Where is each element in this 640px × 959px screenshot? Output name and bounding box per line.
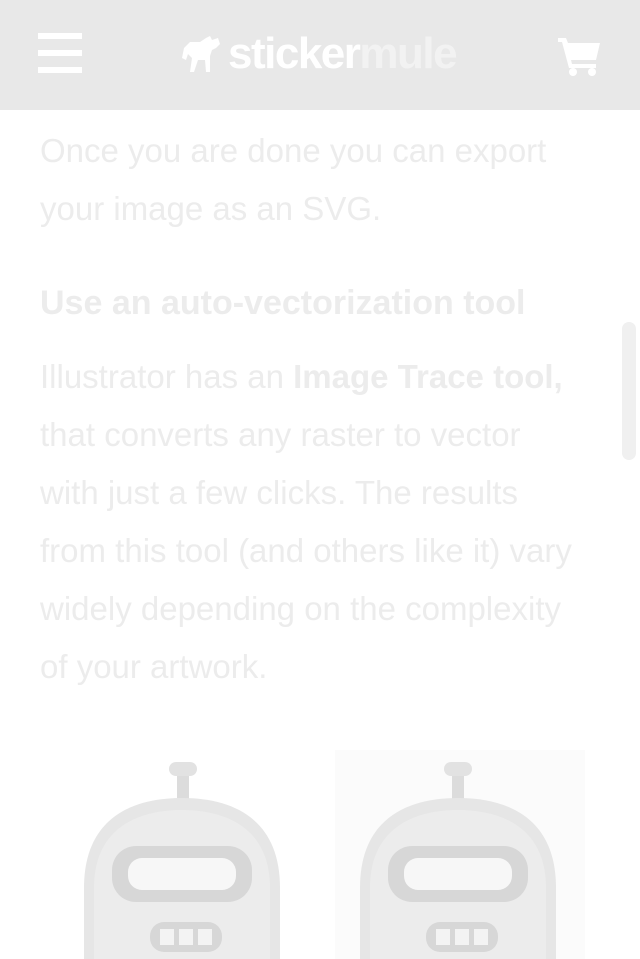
robot-vector-image: [360, 762, 556, 959]
horse-logo-icon: [182, 36, 220, 72]
intro-paragraph: Once you are done you can export your im…: [40, 132, 547, 227]
body-text-suffix: that converts any raster to vector with …: [40, 416, 572, 685]
top-nav-bar: stickermule: [0, 0, 640, 110]
hamburger-menu-icon[interactable]: [38, 33, 82, 73]
image-trace-tool-text: Image Trace tool,: [293, 358, 563, 395]
robot-raster-image: [84, 762, 280, 959]
body-paragraph: Illustrator has an Image Trace tool, tha…: [40, 348, 580, 696]
sticker-mule-logo[interactable]: stickermule: [180, 28, 458, 80]
logo-text-sticker: sticker: [228, 29, 361, 78]
body-text-prefix: Illustrator has an: [40, 358, 294, 395]
logo-text-mule: mule: [359, 29, 457, 78]
scrollbar-thumb[interactable]: [622, 322, 636, 460]
section-heading: Use an auto-vectorization tool: [40, 284, 526, 322]
vectorization-comparison-image: [60, 750, 585, 959]
shopping-cart-icon[interactable]: [556, 34, 604, 81]
